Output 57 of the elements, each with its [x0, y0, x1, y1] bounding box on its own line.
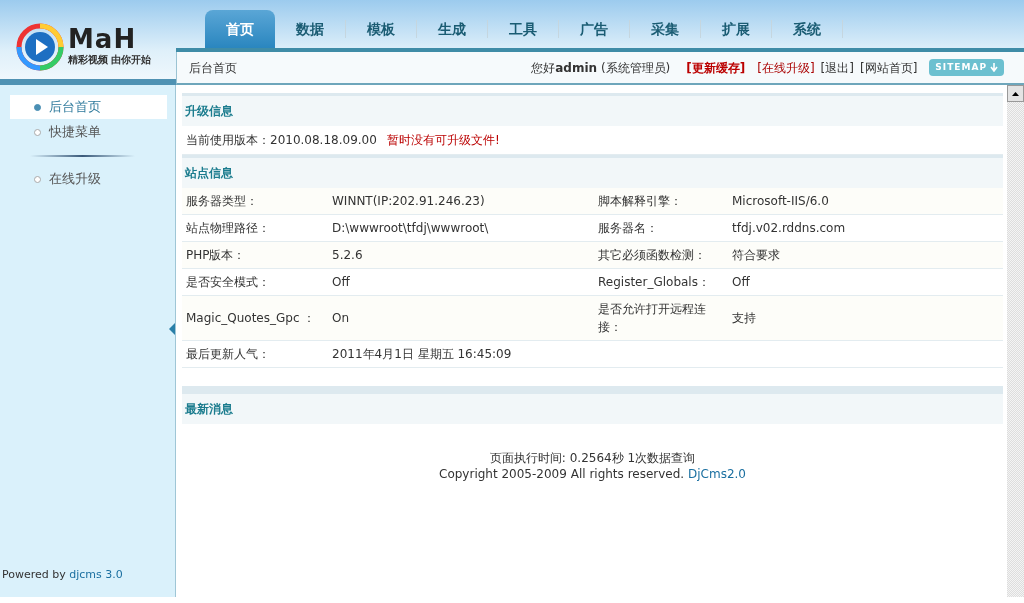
- section-title: 升级信息: [182, 93, 1003, 126]
- nav-tab[interactable]: 工具: [488, 10, 558, 48]
- up-arrow-icon: [1012, 91, 1019, 96]
- footer-link[interactable]: DjCms2.0: [688, 467, 746, 481]
- scroll-up-button[interactable]: [1007, 85, 1024, 102]
- header-link[interactable]: [网站首页]: [860, 58, 918, 77]
- info-label: 其它必须函数检测：: [594, 241, 728, 269]
- info-label: Magic_Quotes_Gpc ：: [182, 295, 328, 341]
- greeting-text: 您好admin (系统管理员): [531, 59, 671, 77]
- nav-tab[interactable]: 生成: [417, 10, 487, 48]
- info-label: Register_Globals：: [594, 268, 728, 296]
- info-value: Microsoft-IIS/6.0: [728, 188, 1003, 215]
- section-title: 站点信息: [182, 155, 1003, 188]
- breadcrumb: 后台首页: [189, 59, 237, 77]
- info-value: WINNT(IP:202.91.246.23): [328, 188, 594, 215]
- info-value: On: [328, 295, 594, 341]
- header-link[interactable]: [退出]: [820, 58, 854, 77]
- header-link[interactable]: [在线升级]: [757, 58, 815, 77]
- info-value: 符合要求: [728, 241, 1003, 269]
- info-label: 脚本解释引擎：: [594, 188, 728, 215]
- nav-tab[interactable]: 采集: [630, 10, 700, 48]
- header-link[interactable]: [更新缓存]: [686, 58, 746, 77]
- info-label: 站点物理路径：: [182, 214, 328, 242]
- info-value: D:\wwwroot\tfdj\wwwroot\: [328, 214, 594, 242]
- info-value: 5.2.6: [328, 241, 594, 269]
- collapse-arrow-icon[interactable]: [169, 323, 175, 335]
- upgrade-notice: 暂时没有可升级文件!: [386, 133, 500, 147]
- nav-tab[interactable]: 扩展: [701, 10, 771, 48]
- nav-tab[interactable]: 广告: [559, 10, 629, 48]
- logo-text: MaH: [68, 26, 138, 52]
- nav-tab[interactable]: 系统: [772, 10, 842, 48]
- info-value: Off: [328, 268, 594, 296]
- sidebar-item[interactable]: 快捷菜单: [10, 120, 167, 144]
- info-label: 服务器类型：: [182, 188, 328, 215]
- powered-by-link[interactable]: djcms 3.0: [69, 567, 123, 581]
- copyright-text: Copyright 2005-2009 All rights reserved.: [439, 467, 686, 481]
- info-label: 是否安全模式：: [182, 268, 328, 296]
- info-label: PHP版本：: [182, 241, 328, 269]
- info-label: 最后更新人气：: [182, 340, 328, 368]
- info-value: Off: [728, 268, 1003, 296]
- info-value: tfdj.v02.rddns.com: [728, 214, 1003, 242]
- info-label: 服务器名：: [594, 214, 728, 242]
- down-arrow-icon: [990, 63, 998, 72]
- section-title: 最新消息: [182, 391, 1003, 424]
- nav-tab[interactable]: 模板: [346, 10, 416, 48]
- nav-tab[interactable]: 首页: [205, 10, 275, 48]
- info-value: 支持: [728, 295, 1003, 341]
- nav-tab[interactable]: 数据: [275, 10, 345, 48]
- logo-icon: [16, 22, 64, 71]
- timing-text: 页面执行时间: 0.2564秒 1次数据查询: [488, 450, 697, 466]
- info-value: 2011年4月1日 星期五 16:45:09: [328, 340, 594, 368]
- logo-tagline: 精彩视频 由你开始: [68, 53, 152, 67]
- sidebar-item[interactable]: 后台首页: [10, 95, 167, 119]
- sidebar-item[interactable]: 在线升级: [10, 167, 167, 191]
- powered-by-text: Powered by djcms 3.0: [1, 566, 124, 583]
- version-text: 当前使用版本：2010.08.18.09.00: [186, 133, 377, 147]
- info-label: 是否允许打开远程连接：: [594, 295, 728, 341]
